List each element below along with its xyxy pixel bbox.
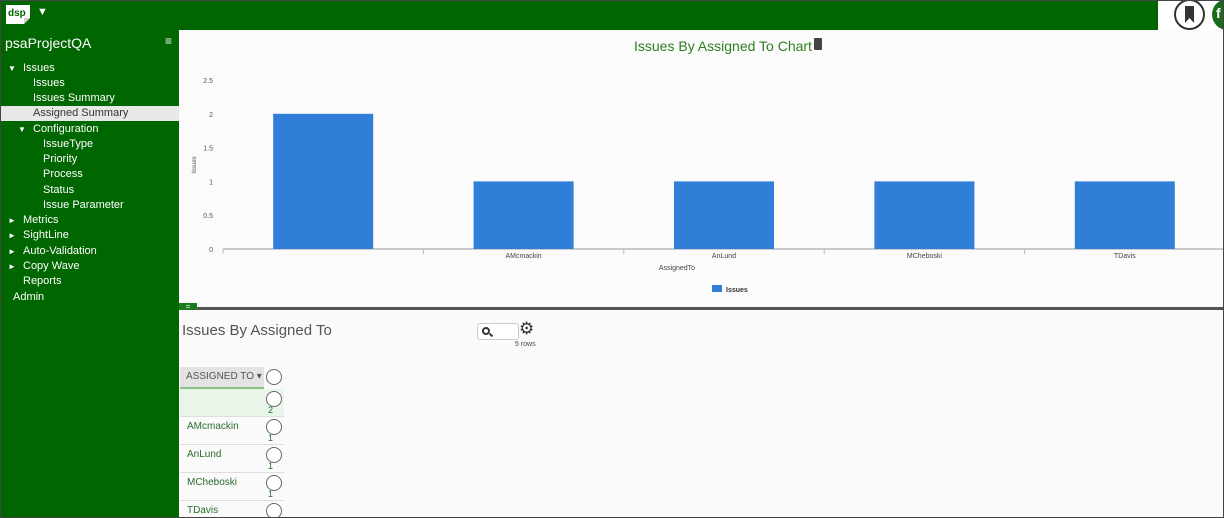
y-tick-label: 1	[209, 179, 213, 186]
row-count-value: 1	[268, 489, 274, 499]
sidebar-item-sightline[interactable]: ► SightLine	[1, 228, 179, 243]
sidebar-item-metrics[interactable]: ► Metrics	[1, 213, 179, 228]
column-filter-icon[interactable]	[266, 369, 282, 385]
chart-panel: Issues By Assigned To Chart 0 0.5 1 1.5 2 2.5…	[179, 30, 1223, 307]
x-axis-title: AssignedTo	[659, 265, 695, 272]
expand-arrow-icon[interactable]: ►	[8, 244, 16, 259]
sidebar-item-label: Status	[43, 184, 75, 196]
y-tick-label: 2	[209, 112, 213, 119]
expand-arrow-icon[interactable]: ►	[8, 228, 16, 243]
bar	[273, 113, 374, 249]
project-title: psaProjectQA	[5, 35, 92, 51]
grid-title: Issues By Assigned To	[182, 322, 332, 339]
sidebar-item-configuration[interactable]: ▼ Configuration	[1, 122, 179, 137]
column-header-label: ASSIGNED TO ▾	[186, 371, 262, 382]
bar	[473, 181, 574, 249]
row-count-value: 1	[268, 461, 274, 471]
x-tick-label: AMcmackin	[506, 253, 542, 260]
y-axis-title: Issues	[192, 156, 198, 173]
sidebar-item-status[interactable]: Status	[1, 183, 179, 198]
sidebar-item-label: Issue Parameter	[43, 199, 124, 211]
expand-arrow-icon[interactable]: ▼	[8, 61, 16, 76]
sidebar-item-issues[interactable]: ▼ Issues	[1, 61, 179, 76]
sidebar-item-issues-list[interactable]: Issues	[1, 76, 179, 91]
sidebar-item-label: Process	[43, 168, 83, 180]
search-icon-handle	[488, 332, 494, 338]
y-tick-label: 0.5	[203, 213, 213, 220]
user-avatar-button[interactable]: f	[1212, 1, 1223, 30]
sidebar-item-label: Copy Wave	[23, 260, 80, 272]
sidebar-item-process[interactable]: Process	[1, 167, 179, 182]
legend-label: Issues	[726, 287, 748, 294]
bar	[674, 181, 774, 249]
sidebar-item-label: Reports	[23, 275, 62, 287]
sidebar-item-label: Configuration	[33, 123, 99, 135]
y-tick-label: 0	[209, 247, 213, 254]
top-bar: dsp ▼ f	[1, 1, 1223, 30]
row-count-value: 2	[268, 405, 274, 415]
y-tick-label: 1.5	[203, 146, 213, 153]
sidebar-item-auto-validation[interactable]: ► Auto-Validation	[1, 244, 179, 259]
grid-search-input[interactable]	[477, 323, 519, 340]
expand-arrow-icon[interactable]: ▼	[18, 122, 26, 137]
column-header-assigned-to[interactable]: ASSIGNED TO ▾	[180, 367, 264, 389]
bar	[874, 181, 975, 249]
sidebar-item-label: SightLine	[23, 229, 69, 241]
app-menu-dropdown-icon[interactable]: ▼	[37, 6, 48, 18]
row-count: 5 rows	[515, 341, 536, 348]
bar-chart: 0 0.5 1 1.5 2 2.5 Issues AMcmackin AnLund MChebos…	[192, 78, 1223, 294]
sidebar-item-reports[interactable]: Reports	[1, 274, 179, 289]
top-right-panel: f	[1158, 1, 1223, 30]
row-assignee[interactable]: AnLund	[187, 449, 221, 460]
sidebar-item-label: IssueType	[43, 138, 94, 150]
x-tick-label: TDavis	[1114, 253, 1136, 260]
x-tick-label: AnLund	[712, 253, 736, 260]
sidebar-item-label: Issues	[33, 77, 65, 89]
sidebar-item-issuetype[interactable]: IssueType	[1, 137, 179, 152]
sidebar-item-label: Issues Summary	[33, 92, 115, 104]
sidebar-item-priority[interactable]: Priority	[1, 152, 179, 167]
app-window: dsp ▼ f psaProjectQA ≡ ▼ Issues Issues I…	[0, 0, 1224, 518]
gear-icon[interactable]: ⚙	[519, 320, 534, 337]
sidebar-item-label: Issues	[23, 62, 55, 74]
table-row[interactable]: AnLund 1	[180, 445, 284, 473]
sidebar-item-label: Assigned Summary	[33, 107, 129, 119]
sidebar-item-label: Metrics	[23, 214, 59, 226]
sidebar-item-copy-wave[interactable]: ► Copy Wave	[1, 259, 179, 274]
sidebar-item-label: Priority	[43, 153, 78, 165]
row-detail-icon[interactable]	[266, 503, 282, 517]
expand-arrow-icon[interactable]: ►	[8, 213, 16, 228]
row-assignee[interactable]: TDavis	[187, 505, 218, 516]
bookmark-icon	[1185, 6, 1194, 23]
sidebar-item-assigned-summary[interactable]: Assigned Summary	[1, 106, 179, 121]
row-count-value: 1	[268, 433, 274, 443]
sidebar-item-label: Auto-Validation	[23, 245, 97, 257]
sidebar-item-issue-parameter[interactable]: Issue Parameter	[1, 198, 179, 213]
expand-arrow-icon[interactable]: ►	[8, 259, 16, 274]
table-row[interactable]: 2	[180, 389, 284, 417]
sidebar-item-label: Admin	[13, 291, 45, 303]
row-assignee[interactable]: AMcmackin	[187, 421, 239, 432]
dsp-logo[interactable]: dsp	[5, 4, 31, 25]
x-tick-label: MCheboski	[907, 253, 942, 260]
logo-text: dsp	[8, 8, 26, 19]
legend-swatch	[712, 285, 722, 292]
table-row[interactable]: AMcmackin 1	[180, 417, 284, 445]
bookmark-button[interactable]	[1174, 1, 1205, 30]
y-tick-label: 2.5	[203, 78, 213, 85]
hamburger-menu-icon[interactable]: ≡	[165, 34, 172, 48]
table-row[interactable]: MCheboski 1	[180, 473, 284, 501]
sidebar: psaProjectQA ≡ ▼ Issues Issues Issues Su…	[1, 30, 179, 517]
grid-panel: Issues By Assigned To ⚙ 5 rows ASSIGNED …	[179, 310, 1223, 517]
sidebar-item-admin[interactable]: Admin	[1, 290, 179, 305]
row-assignee[interactable]: MCheboski	[187, 477, 237, 488]
table-row[interactable]: TDavis	[180, 501, 284, 517]
sidebar-item-issues-summary[interactable]: Issues Summary	[1, 91, 179, 106]
bar	[1074, 181, 1175, 249]
